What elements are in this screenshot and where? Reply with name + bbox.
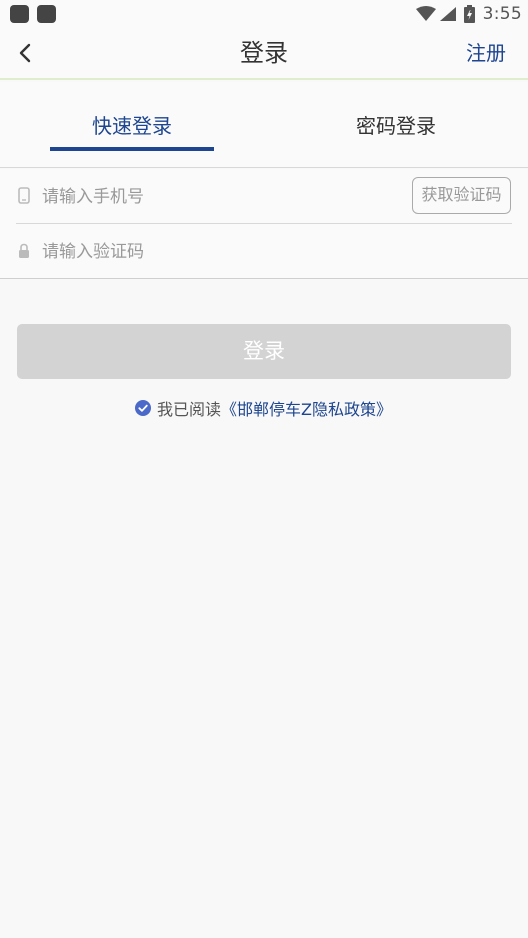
- privacy-policy-link[interactable]: 《邯郸停车Z隐私政策》: [221, 396, 392, 420]
- checkbox-checked-icon[interactable]: [135, 400, 151, 416]
- battery-icon: [463, 5, 475, 23]
- active-tab-indicator: [50, 147, 214, 151]
- signal-icon: [439, 7, 456, 21]
- phone-icon: [18, 187, 30, 204]
- login-button[interactable]: 登录: [17, 324, 511, 379]
- code-row: [0, 224, 528, 279]
- notification-icon: [37, 5, 56, 23]
- lock-icon: [19, 243, 29, 258]
- phone-input[interactable]: [42, 183, 382, 211]
- wifi-icon: [415, 6, 436, 21]
- tab-quick-login[interactable]: 快速登录: [50, 112, 214, 140]
- nav-bar: 登录 注册: [0, 28, 528, 80]
- code-input[interactable]: [42, 238, 382, 266]
- page-title: 登录: [240, 39, 288, 67]
- phone-row: 获取验证码: [0, 169, 528, 224]
- status-time: 3:55: [482, 4, 522, 24]
- get-code-button[interactable]: 获取验证码: [412, 177, 511, 214]
- status-bar: 3:55: [0, 0, 528, 28]
- notification-icon: [10, 5, 29, 23]
- login-tabs: 快速登录 密码登录: [0, 82, 528, 168]
- tab-password-login[interactable]: 密码登录: [314, 112, 478, 140]
- agreement: 我已阅读 《邯郸停车Z隐私政策》: [135, 396, 392, 420]
- agreement-prefix: 我已阅读: [157, 400, 222, 419]
- register-link[interactable]: 注册: [466, 28, 506, 78]
